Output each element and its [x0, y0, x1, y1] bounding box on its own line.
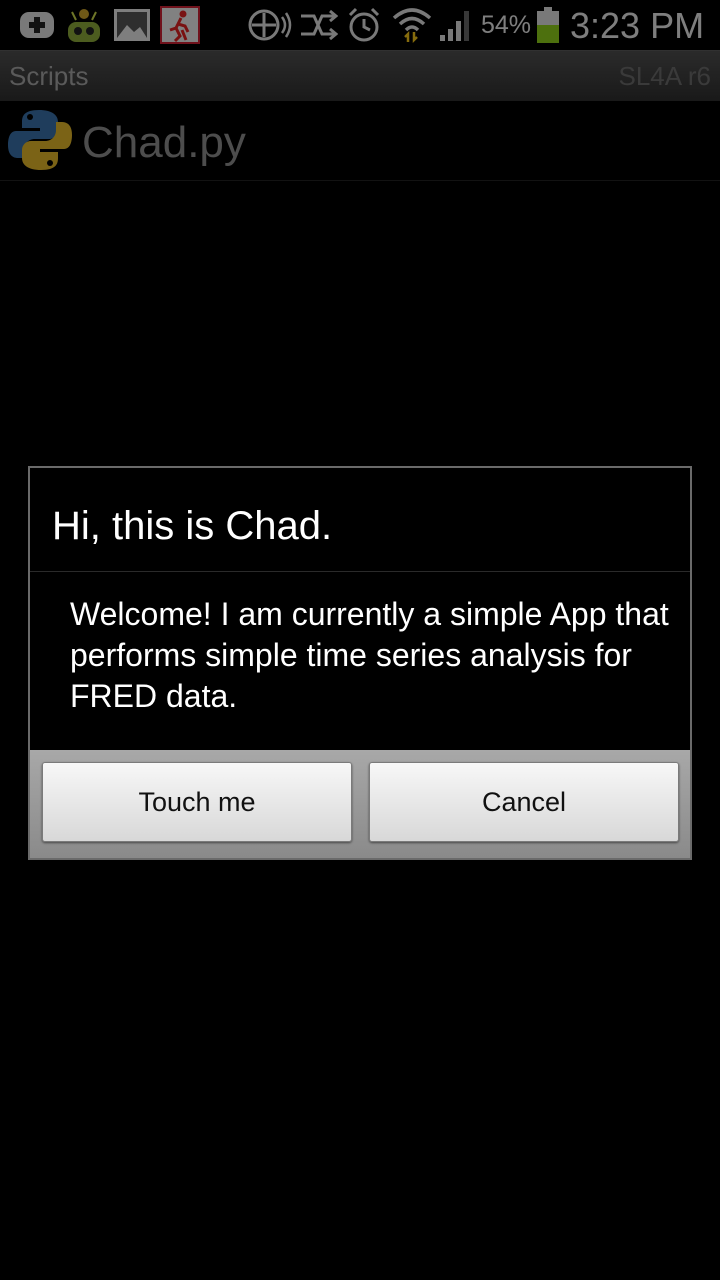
dialog-header: Hi, this is Chad.	[30, 468, 690, 572]
dialog-button-bar: Touch me Cancel	[30, 750, 690, 858]
dialog-message: Welcome! I am currently a simple App tha…	[70, 596, 669, 714]
alert-dialog: Hi, this is Chad. Welcome! I am currentl…	[28, 466, 692, 860]
cancel-button[interactable]: Cancel	[369, 762, 679, 842]
dialog-title: Hi, this is Chad.	[52, 504, 333, 548]
touch-me-button[interactable]: Touch me	[42, 762, 352, 842]
